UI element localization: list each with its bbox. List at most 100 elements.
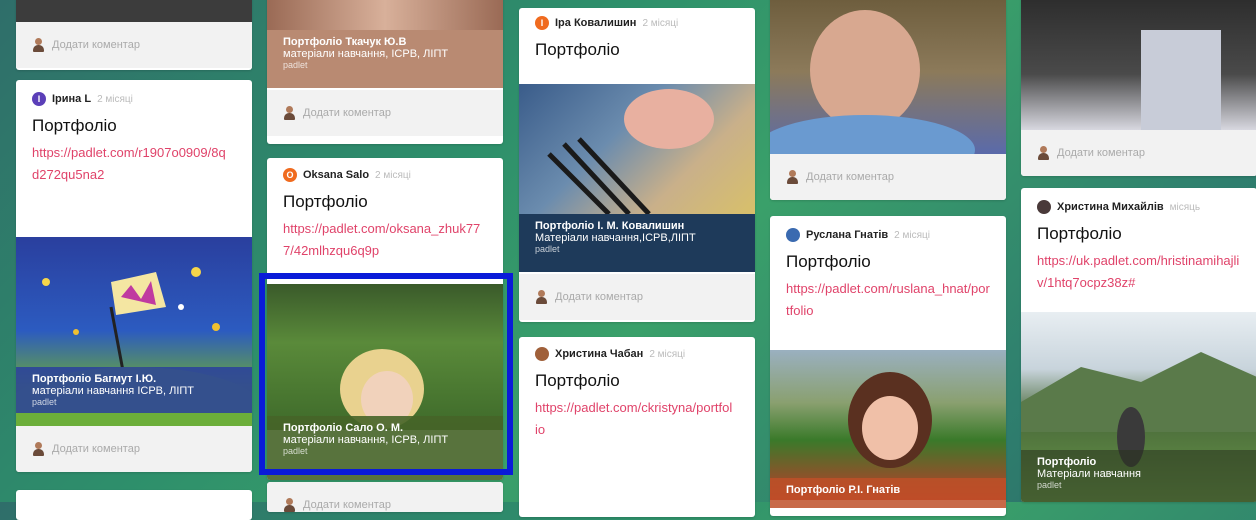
post-image-partial [16, 0, 252, 22]
post-author: O Oksana Salo 2 місяці [267, 162, 503, 188]
post-image[interactable] [267, 284, 503, 430]
caption-subtitle: Матеріали навчання,ІСРВ,ЛІПТ [535, 232, 696, 244]
post-image [267, 0, 503, 30]
post-author: Христина Михайлів місяць [1021, 194, 1256, 220]
photo-woman-garden [340, 349, 424, 429]
add-comment-button[interactable]: Додати коментар [267, 90, 503, 136]
author-name: Oksana Salo [303, 169, 370, 181]
caption-subtitle: матеріали навчання, ІСРВ, ЛІПТ [283, 48, 449, 60]
post-title: Портфоліо [283, 192, 368, 211]
author-name: Ірина L [52, 93, 92, 105]
add-comment-button[interactable]: Додати коментар [519, 274, 755, 320]
post-time: 2 місяці [894, 229, 930, 241]
post-card-irina[interactable]: I Ірина L 2 місяці Портфоліо https://pad… [16, 80, 252, 472]
add-comment-label: Додати коментар [52, 39, 140, 51]
post-link[interactable]: https://padlet.com/oksana_zhuk777/42mlhz… [267, 218, 503, 262]
post-author: I Іра Ковалишин 2 місяці [519, 10, 755, 36]
post-time: 2 місяці [375, 169, 411, 181]
post-title: Портфоліо [535, 371, 620, 390]
author-name: Христина Чабан [555, 348, 644, 360]
author-name: Руслана Гнатів [806, 229, 889, 241]
caption-title: Портфоліо Ткачук Ю.В [283, 36, 407, 48]
photo-person-jeans [1141, 30, 1221, 130]
caption-subtitle: Матеріали навчання [1037, 468, 1141, 480]
post-image[interactable] [519, 84, 755, 216]
commenter-avatar-icon [283, 498, 295, 512]
caption-subtitle: матеріали навчання, ІСРВ, ЛІПТ [283, 434, 449, 446]
crown-flag-drawing [16, 267, 252, 457]
add-comment-button[interactable]: Додати коментар [16, 22, 252, 68]
post-card-top-photo[interactable]: Додати коментар [1021, 0, 1256, 176]
post-title: Портфоліо [32, 116, 117, 135]
post-card-partial-bottom[interactable]: Додати коментар [267, 482, 503, 512]
add-comment-label: Додати коментар [303, 107, 391, 119]
post-card-partial-bottom[interactable] [16, 490, 252, 520]
author-avatar [535, 347, 549, 361]
post-caption: Портфоліо І. М. Ковалишин Матеріали навч… [519, 214, 755, 272]
post-image [770, 0, 1006, 185]
post-card-top-photo[interactable]: Додати коментар [770, 0, 1006, 200]
photo-woman-portrait [770, 10, 975, 185]
post-caption: Портфоліо Сало О. М. матеріали навчання,… [267, 416, 503, 480]
add-comment-label: Додати коментар [1057, 147, 1145, 159]
post-time: 2 місяці [97, 93, 133, 105]
post-card-chaban[interactable]: Христина Чабан 2 місяці Портфоліо https:… [519, 337, 755, 517]
caption-title: Портфоліо Багмут І.Ю. [32, 373, 157, 385]
commenter-avatar-icon [32, 442, 44, 456]
caption-title: Портфоліо [1037, 456, 1097, 468]
post-time: місяць [1169, 201, 1201, 213]
post-caption: Портфоліо Р.І. Гнатів [770, 478, 1006, 508]
post-link[interactable]: https://padlet.com/ckristyna/portfolio [519, 397, 751, 441]
post-title: Портфоліо [786, 252, 871, 271]
caption-source: padlet [283, 446, 308, 456]
add-comment-label: Додати коментар [555, 291, 643, 303]
commenter-avatar-icon [283, 106, 295, 120]
author-name: Іра Ковалишин [555, 17, 637, 29]
post-author: Руслана Гнатів 2 місяці [770, 222, 1006, 248]
post-time: 2 місяці [649, 348, 686, 360]
post-time: 2 місяці [642, 17, 679, 29]
caption-source: padlet [1037, 480, 1062, 490]
photo-woman-striped [547, 89, 714, 216]
caption-title: Портфоліо І. М. Ковалишин [535, 220, 685, 232]
post-author: I Ірина L 2 місяці [16, 86, 252, 112]
caption-title: Портфоліо Р.І. Гнатів [786, 484, 901, 496]
add-comment-label: Додати коментар [303, 499, 391, 511]
caption-source: padlet [283, 60, 308, 70]
author-avatar [1037, 200, 1051, 214]
caption-subtitle: матеріали навчання ІСРВ, ЛІПТ [32, 385, 195, 397]
author-avatar: O [283, 168, 297, 182]
post-image [1021, 0, 1256, 130]
author-avatar: I [32, 92, 46, 106]
post-card-top-partial[interactable]: Додати коментар [16, 0, 252, 70]
add-comment-label: Додати коментар [806, 171, 894, 183]
post-card-hnativ[interactable]: Руслана Гнатів 2 місяці Портфоліо https:… [770, 216, 1006, 516]
add-comment-label: Додати коментар [52, 443, 140, 455]
post-caption: Портфоліо Ткачук Ю.В матеріали навчання,… [267, 30, 503, 88]
post-image[interactable] [16, 237, 252, 457]
post-caption: Портфоліо Матеріали навчання padlet [1021, 450, 1256, 502]
commenter-avatar-icon [32, 38, 44, 52]
author-avatar: I [535, 16, 549, 30]
post-card-tkachuk[interactable]: Портфоліо Ткачук Ю.В матеріали навчання,… [267, 0, 503, 144]
post-link[interactable]: https://uk.padlet.com/hristinamihajliv/1… [1021, 250, 1256, 294]
post-title: Портфоліо [535, 40, 620, 59]
add-comment-button[interactable]: Додати коментар [267, 482, 503, 512]
author-avatar [786, 228, 800, 242]
post-card-mykhailiv[interactable]: Христина Михайлів місяць Портфоліо https… [1021, 188, 1256, 502]
commenter-avatar-icon [786, 170, 798, 184]
commenter-avatar-icon [535, 290, 547, 304]
post-author: Христина Чабан 2 місяці [519, 341, 755, 367]
caption-source: padlet [32, 397, 57, 407]
author-name: Христина Михайлів [1057, 201, 1164, 213]
post-title: Портфоліо [1037, 224, 1122, 243]
post-card-oksana[interactable]: O Oksana Salo 2 місяці Портфоліо https:/… [267, 158, 503, 480]
post-link[interactable]: https://padlet.com/ruslana_hnat/portfoli… [770, 278, 1006, 322]
post-card-kovalyshyn[interactable]: I Іра Ковалишин 2 місяці Портфоліо Портф… [519, 8, 755, 322]
add-comment-button[interactable]: Додати коментар [1021, 130, 1256, 176]
commenter-avatar-icon [1037, 146, 1049, 160]
post-link[interactable]: https://padlet.com/r1907o0909/8qd272qu5n… [16, 142, 248, 186]
add-comment-button[interactable]: Додати коментар [770, 154, 1006, 200]
add-comment-button[interactable]: Додати коментар [16, 426, 252, 472]
caption-source: padlet [535, 244, 560, 254]
